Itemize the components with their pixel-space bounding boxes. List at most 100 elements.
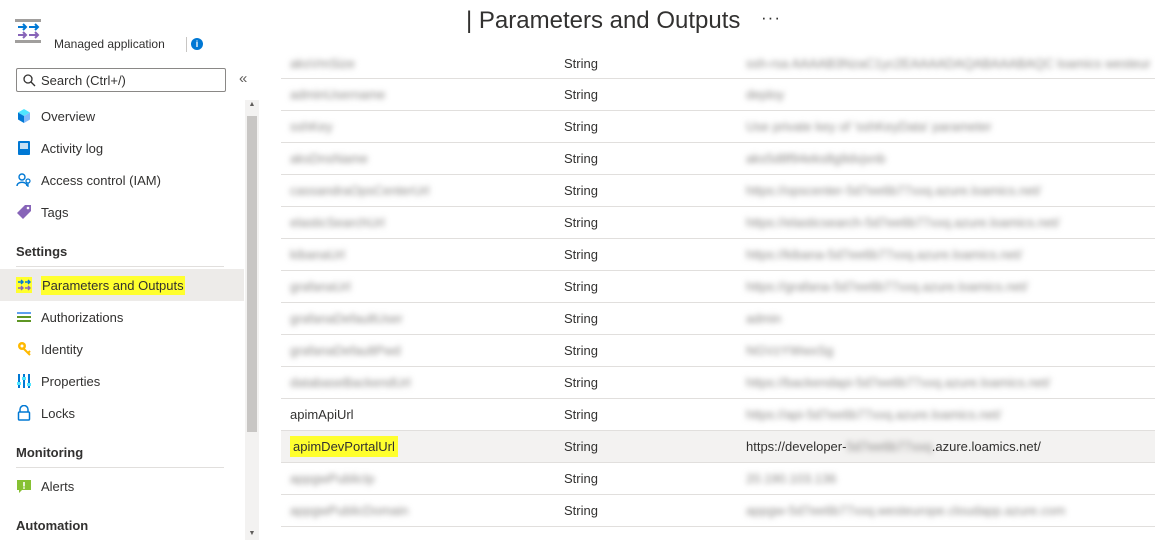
param-value: https://elasticsearch-5d7ee6b77xxq.azure…: [746, 215, 1060, 230]
sidebar-item-access-control[interactable]: Access control (IAM): [0, 164, 244, 196]
table-row[interactable]: kibanaUrl String https://kibana-5d7ee6b7…: [281, 239, 1155, 271]
page-title: | Parameters and Outputs: [466, 7, 741, 34]
sidebar-item-label: Access control (IAM): [41, 172, 161, 188]
param-name: appgwPublicDomain: [290, 503, 409, 518]
param-name: apimDevPortalUrl: [290, 431, 550, 462]
sidebar-scrollbar-thumb[interactable]: [247, 116, 257, 432]
search-icon: [23, 73, 36, 86]
resource-type-subtitle: Managed application: [54, 37, 165, 51]
param-type: String: [564, 183, 598, 198]
param-value: NGVzYWwxSg: [746, 343, 834, 358]
scroll-up-arrow-icon[interactable]: ▲: [245, 101, 259, 113]
sidebar-item-activity-log[interactable]: Activity log: [0, 132, 244, 164]
table-row[interactable]: elasticSearchUrl String https://elastics…: [281, 207, 1155, 239]
param-value: appgw-5d7ee6b77xxq.westeurope.cloudapp.a…: [746, 503, 1066, 518]
table-row-selected[interactable]: apimDevPortalUrl String https://develope…: [281, 431, 1155, 463]
sidebar-item-tags[interactable]: Tags: [0, 196, 244, 228]
more-options-icon[interactable]: ···: [761, 8, 781, 28]
table-row[interactable]: cassandraOpsCenterUrl String https://ops…: [281, 175, 1155, 207]
param-value: aks5d8f94eks8g9dvjxnb: [746, 151, 886, 166]
section-heading-monitoring: Monitoring: [16, 445, 84, 460]
param-type: String: [564, 247, 598, 262]
sidebar-item-overview[interactable]: Overview: [0, 100, 244, 132]
param-name: elasticSearchUrl: [290, 215, 385, 230]
param-type: String: [564, 503, 598, 518]
collapse-sidebar-button[interactable]: «: [239, 70, 247, 87]
param-value: https://opscenter-5d7ee6b77xxq.azure.loa…: [746, 183, 1041, 198]
table-row[interactable]: apimApiUrl String https://api-5d7ee6b77x…: [281, 399, 1155, 431]
table-row[interactable]: grafanaDefaultUser String admin: [281, 303, 1155, 335]
sidebar-item-properties[interactable]: Properties: [0, 365, 244, 397]
param-value-redacted: 5d7ee6b77xxq: [846, 439, 932, 454]
subtitle-divider: [186, 37, 187, 52]
section-divider: [16, 467, 224, 468]
sidebar-item-alerts[interactable]: Alerts: [0, 470, 244, 502]
param-type: String: [564, 279, 598, 294]
sidebar-item-label: Activity log: [41, 140, 104, 156]
param-name: apimApiUrl: [290, 407, 354, 422]
access-control-icon: [16, 172, 32, 188]
param-name: grafanaDefaultPwd: [290, 343, 401, 358]
info-icon[interactable]: i: [191, 38, 203, 50]
param-type: String: [564, 87, 598, 102]
parameters-table: aksVmSize String ssh-rsa AAAAB3NzaC1yc2E…: [281, 48, 1155, 527]
table-row[interactable]: sshKey String Use private key of 'sshKey…: [281, 111, 1155, 143]
param-name: sshKey: [290, 119, 333, 134]
param-type: String: [564, 375, 598, 390]
sidebar-item-label: Tags: [41, 204, 69, 220]
lock-icon: [16, 405, 32, 421]
table-row[interactable]: appgwPublicIp String 20.190.103.136: [281, 463, 1155, 495]
param-name: aksDnsName: [290, 151, 369, 166]
param-type: String: [564, 439, 598, 454]
search-input[interactable]: Search (Ctrl+/): [16, 68, 226, 92]
parameters-icon: [16, 277, 32, 293]
param-value: https://api-5d7ee6b77xxq.azure.loamics.n…: [746, 407, 1002, 422]
table-row[interactable]: databaseBackendUrl String https://backen…: [281, 367, 1155, 399]
identity-icon: [16, 341, 32, 357]
page: Managed application i | Parameters and O…: [0, 0, 1155, 540]
sidebar-item-label: Identity: [41, 341, 83, 357]
param-value: admin: [746, 311, 782, 326]
sidebar-item-label: Properties: [41, 373, 101, 389]
param-value: https://kibana-5d7ee6b77xxq.azure.loamic…: [746, 247, 1023, 262]
sidebar-item-parameters-and-outputs[interactable]: Parameters and Outputs: [0, 269, 244, 301]
table-row[interactable]: grafanaUrl String https://grafana-5d7ee6…: [281, 271, 1155, 303]
sidebar-item-locks[interactable]: Locks: [0, 397, 244, 429]
sidebar-item-identity[interactable]: Identity: [0, 333, 244, 365]
param-value-prefix: https://developer-: [746, 439, 847, 454]
param-value[interactable]: https://developer- 5d7ee6b77xxq .azure.loa…: [746, 431, 1151, 462]
section-heading-settings: Settings: [16, 244, 68, 259]
alert-icon: [16, 478, 32, 494]
param-type: String: [564, 151, 598, 166]
search-placeholder: Search (Ctrl+/): [41, 72, 126, 88]
param-type: String: [564, 215, 598, 230]
table-row[interactable]: aksVmSize String ssh-rsa AAAAB3NzaC1yc2E…: [281, 48, 1155, 79]
scroll-down-arrow-icon[interactable]: ▼: [245, 530, 259, 540]
section-heading-automation: Automation: [16, 518, 89, 533]
sidebar-item-label: Locks: [41, 405, 75, 421]
param-value: 20.190.103.136: [746, 471, 837, 486]
managed-app-icon: [14, 18, 42, 44]
param-name: grafanaUrl: [290, 279, 351, 294]
param-value: ssh-rsa AAAAB3NzaC1yc2EAAAADAQABAAABAQC …: [746, 55, 1151, 71]
param-name: aksVmSize: [290, 55, 356, 71]
table-row[interactable]: appgwPublicDomain String appgw-5d7ee6b77…: [281, 495, 1155, 527]
param-name: adminUsername: [290, 87, 386, 102]
table-row[interactable]: aksDnsName String aks5d8f94eks8g9dvjxnb: [281, 143, 1155, 175]
param-value: https://grafana-5d7ee6b77xxq.azure.loami…: [746, 279, 1028, 294]
param-name: appgwPublicIp: [290, 471, 375, 486]
param-name-highlighted: apimDevPortalUrl: [290, 436, 398, 457]
sidebar-item-label: Authorizations: [41, 309, 124, 325]
param-type: String: [564, 471, 598, 486]
param-type: String: [564, 119, 598, 134]
param-name: databaseBackendUrl: [290, 375, 411, 390]
table-row[interactable]: adminUsername String deploy: [281, 79, 1155, 111]
table-row[interactable]: grafanaDefaultPwd String NGVzYWwxSg: [281, 335, 1155, 367]
activity-log-icon: [16, 140, 32, 156]
param-type: String: [564, 311, 598, 326]
sidebar-item-authorizations[interactable]: Authorizations: [0, 301, 244, 333]
properties-icon: [16, 373, 32, 389]
param-name: cassandraOpsCenterUrl: [290, 183, 430, 198]
authorizations-icon: [16, 309, 32, 325]
sidebar-item-label: Overview: [41, 108, 96, 124]
